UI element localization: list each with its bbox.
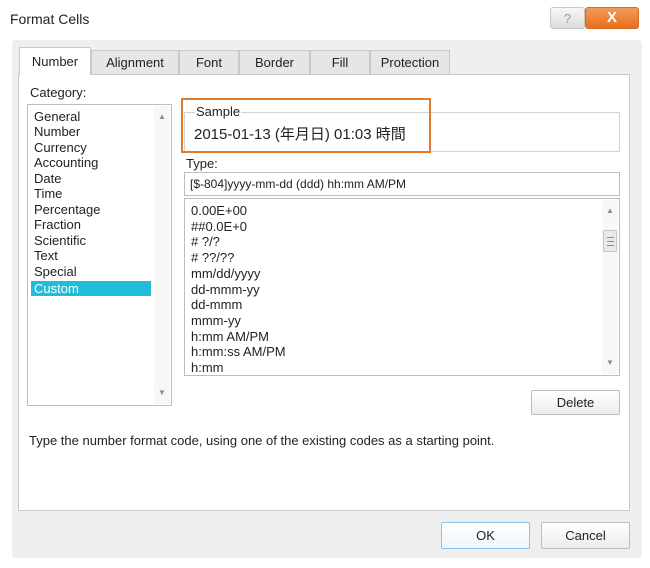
format-item[interactable]: ##0.0E+0 (191, 219, 247, 235)
type-input[interactable]: [$-804]yyyy-mm-dd (ddd) hh:mm AM/PM (184, 172, 620, 196)
format-item[interactable]: mmm-yy (191, 313, 241, 329)
scroll-up-arrow-icon[interactable]: ▲ (602, 204, 618, 218)
format-cells-dialog: Format Cells ? X Number Alignment Font B… (0, 0, 650, 568)
category-list[interactable]: General Number Currency Accounting Date … (27, 104, 172, 406)
cancel-button[interactable]: Cancel (541, 522, 630, 549)
delete-button[interactable]: Delete (531, 390, 620, 415)
scroll-up-arrow-icon[interactable]: ▲ (154, 110, 170, 124)
format-item[interactable]: 0.00E+00 (191, 203, 247, 219)
format-item[interactable]: h:mm:ss AM/PM (191, 344, 286, 360)
category-item-special[interactable]: Special (31, 264, 151, 279)
category-item-accounting[interactable]: Accounting (31, 155, 151, 170)
format-item[interactable]: dd-mmm (191, 297, 242, 313)
description-text: Type the number format code, using one o… (29, 433, 495, 448)
category-item-fraction[interactable]: Fraction (31, 217, 151, 232)
scroll-down-arrow-icon[interactable]: ▼ (154, 386, 170, 400)
tab-number[interactable]: Number (19, 47, 91, 75)
format-item[interactable]: dd-mmm-yy (191, 282, 260, 298)
category-item-number[interactable]: Number (31, 124, 151, 139)
category-item-time[interactable]: Time (31, 186, 151, 201)
scroll-down-arrow-icon[interactable]: ▼ (602, 356, 618, 370)
category-item-scientific[interactable]: Scientific (31, 233, 151, 248)
close-button[interactable]: X (585, 7, 639, 29)
dialog-title: Format Cells (10, 11, 90, 27)
help-button[interactable]: ? (550, 7, 585, 29)
format-item[interactable]: # ??/?? (191, 250, 234, 266)
tab-protection[interactable]: Protection (370, 50, 450, 74)
tab-alignment[interactable]: Alignment (91, 50, 179, 74)
tab-border[interactable]: Border (239, 50, 310, 74)
format-item[interactable]: mm/dd/yyyy (191, 266, 260, 282)
category-item-date[interactable]: Date (31, 171, 151, 186)
ok-button[interactable]: OK (441, 522, 530, 549)
category-item-currency[interactable]: Currency (31, 140, 151, 155)
category-item-general[interactable]: General (31, 109, 151, 124)
format-code-list[interactable]: 0.00E+00 ##0.0E+0 # ?/? # ??/?? mm/dd/yy… (184, 198, 620, 376)
tab-font[interactable]: Font (179, 50, 239, 74)
tab-fill[interactable]: Fill (310, 50, 370, 74)
sample-highlight-box (181, 98, 431, 153)
category-item-custom[interactable]: Custom (31, 281, 151, 296)
type-label: Type: (186, 156, 218, 171)
category-label: Category: (30, 85, 87, 100)
format-item[interactable]: h:mm AM/PM (191, 329, 269, 345)
format-item[interactable]: h:mm (191, 360, 224, 375)
category-item-text[interactable]: Text (31, 248, 151, 263)
category-item-percentage[interactable]: Percentage (31, 202, 151, 217)
format-item[interactable]: # ?/? (191, 234, 220, 250)
scrollbar-thumb[interactable] (603, 230, 617, 252)
format-list-scrollbar[interactable]: ▲ ▼ (602, 200, 618, 374)
category-scrollbar[interactable]: ▲ ▼ (154, 106, 170, 404)
